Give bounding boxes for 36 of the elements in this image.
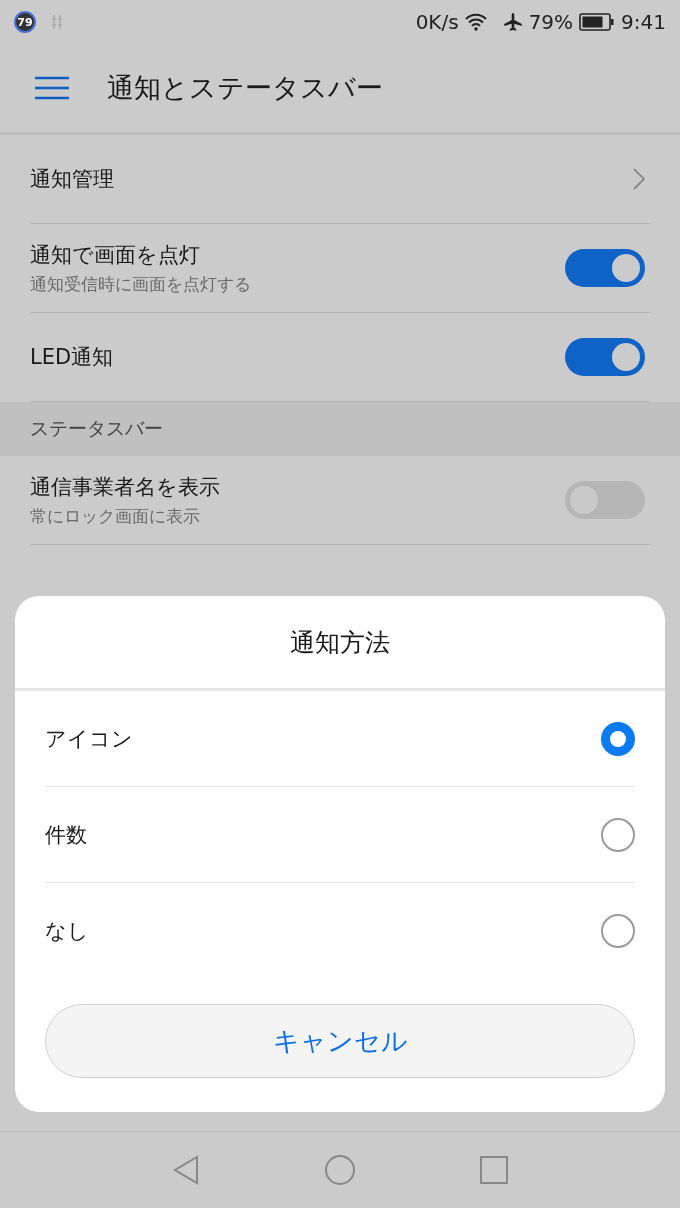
radio-button[interactable] [601, 913, 635, 948]
notification-badge: 79 [14, 11, 36, 33]
setting-label: 通信事業者名を表示 [30, 473, 221, 501]
home-icon[interactable] [324, 1154, 356, 1186]
option-label: 件数 [45, 821, 88, 849]
settings-toggle-row[interactable]: 通知で画面を点灯 通知受信時に画面を点灯する [30, 224, 650, 313]
back-icon[interactable] [172, 1155, 200, 1185]
network-speed: 0K/s [415, 10, 459, 34]
setting-description: 通知受信時に画面を点灯する [30, 272, 252, 296]
radio-option[interactable]: 件数 [45, 787, 635, 883]
radio-button[interactable] [601, 817, 635, 852]
setting-label: LED通知 [30, 344, 115, 371]
radio-option[interactable]: アイコン [45, 691, 635, 787]
settings-toggle-row[interactable]: 通信事業者名を表示 常にロック画面に表示 [30, 456, 650, 545]
battery-icon [579, 13, 616, 31]
radio-button[interactable] [601, 721, 635, 756]
radio-option[interactable]: なし [45, 883, 635, 978]
toggle-switch[interactable] [565, 338, 645, 376]
cancel-button[interactable]: キャンセル [45, 1004, 635, 1078]
chevron-right-icon [633, 168, 645, 190]
option-label: なし [45, 917, 90, 945]
toggle-switch[interactable] [565, 249, 645, 287]
option-label: アイコン [45, 725, 134, 753]
recents-icon[interactable] [480, 1156, 508, 1184]
wifi-icon [464, 13, 487, 31]
battery-percent: 79% [528, 10, 574, 34]
screen-title: 通知とステータスバー [107, 71, 383, 105]
menu-icon[interactable] [35, 76, 69, 100]
clock: 9:41 [621, 10, 666, 34]
airplane-icon [502, 12, 523, 32]
setting-label: 通知管理 [30, 166, 115, 193]
setting-description: 常にロック画面に表示 [30, 504, 201, 528]
settings-link-row[interactable]: 通知管理 [30, 135, 650, 224]
setting-label: 通知で画面を点灯 [30, 241, 201, 269]
section-header: ステータスバー [0, 402, 680, 456]
dialog-title: 通知方法 [15, 596, 665, 691]
